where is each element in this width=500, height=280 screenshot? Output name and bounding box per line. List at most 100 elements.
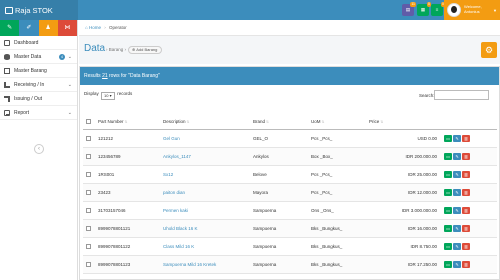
sidebar-item-master-data[interactable]: Master Data 4 ⌄: [0, 50, 77, 64]
column-header[interactable]: UoM⇅: [308, 115, 366, 130]
delete-icon[interactable]: ▥: [462, 170, 470, 178]
edit-icon[interactable]: ✐: [19, 20, 39, 36]
folder-open-icon[interactable]: ▭: [444, 242, 452, 250]
search-input[interactable]: [434, 90, 489, 100]
delete-icon[interactable]: ▥: [462, 188, 470, 196]
breadcrumb-home[interactable]: Home: [89, 25, 101, 30]
table-row[interactable]: 23423 paiton dian Mayora Pcs _Pcs_ IDR 12.00…: [83, 183, 497, 202]
edit-icon[interactable]: ✎: [453, 188, 461, 196]
row-checkbox[interactable]: [86, 189, 91, 195]
table-row[interactable]: 8999078801123 Sampoerna Mild 16 Kretek Sam…: [83, 255, 497, 274]
folder-open-icon[interactable]: ▭: [444, 152, 452, 160]
cell-brand: Sampoerna: [250, 201, 308, 220]
cell-description[interactable]: paiton dian: [160, 183, 250, 202]
edit-icon[interactable]: ✎: [453, 224, 461, 232]
column-header[interactable]: Part Number⇅: [95, 115, 160, 130]
sidebar-quick-actions: ✎ ✐ ♟ ⋈: [0, 20, 77, 36]
sidebar-item-report[interactable]: Report ⌄: [0, 106, 77, 120]
row-checkbox[interactable]: [86, 171, 91, 177]
folder-open-icon[interactable]: ▭: [444, 170, 452, 178]
add-barang-button[interactable]: ⊕ Add Barang: [128, 46, 162, 54]
database-icon: [4, 54, 10, 60]
cell-description[interactable]: Sx12: [160, 165, 250, 184]
cell-description[interactable]: Uhold Black 16 K: [160, 219, 250, 238]
row-checkbox[interactable]: [86, 261, 91, 267]
table-row[interactable]: 121212 Gel Gun GEL_O Pcs _Pcs_ USD 0.00 ▭ ✎ ▥: [83, 129, 497, 148]
folder-count: 11: [410, 2, 416, 7]
table-row[interactable]: 8999078801122 Class Mild 16 K Sampoerna Bks…: [83, 237, 497, 256]
folder-icon: ▤: [405, 7, 411, 12]
cell-description[interactable]: Class Mild 16 K: [160, 237, 250, 256]
delete-icon[interactable]: ▥: [462, 224, 470, 232]
cell-part-number: 1RS001: [95, 165, 160, 184]
chevron-left-icon: ‹: [38, 146, 40, 152]
app-brand[interactable]: Raja STOK: [0, 0, 78, 20]
delete-icon[interactable]: ▥: [462, 260, 470, 268]
column-header[interactable]: Brand⇅: [250, 115, 308, 130]
edit-icon[interactable]: ✎: [453, 206, 461, 214]
edit-icon[interactable]: ✎: [453, 152, 461, 160]
edit-icon[interactable]: ✎: [453, 134, 461, 142]
folder-open-icon[interactable]: ▭: [444, 224, 452, 232]
chevron-down-icon: ⌄: [67, 54, 72, 60]
list-notification-button[interactable]: ≡ 0: [431, 2, 445, 16]
row-checkbox[interactable]: [86, 135, 91, 141]
cell-description[interactable]: Permen kaki: [160, 201, 250, 220]
cell-description[interactable]: Sampoerna Mild 16 Kretek: [160, 255, 250, 274]
app-title: Raja STOK: [15, 6, 53, 15]
folder-open-icon[interactable]: ▭: [444, 206, 452, 214]
chevron-right-icon: ›: [106, 47, 108, 52]
table-row[interactable]: 31703157046 Permen kaki Sampoerna Ons _Ons_…: [83, 201, 497, 220]
column-header[interactable]: Price⇅: [366, 115, 441, 130]
edit-icon[interactable]: ✎: [453, 260, 461, 268]
row-actions: ▭ ✎ ▥: [441, 165, 497, 184]
cell-uom: Pcs _Pcs_: [308, 129, 366, 148]
edit-icon[interactable]: ✎: [453, 170, 461, 178]
row-checkbox[interactable]: [86, 153, 91, 159]
display-length-select[interactable]: 10 ▾: [101, 92, 116, 100]
table-row[interactable]: 1RS001 Sx12 Belove Pcs _Pcs_ IDR 25.000.00 ▭ ✎…: [83, 165, 497, 184]
delete-icon[interactable]: ▥: [462, 206, 470, 214]
sidebar-item-dashboard[interactable]: Dashboard: [0, 36, 77, 50]
table-header-row: Part Number⇅ Description⇅ Brand⇅ UoM⇅ Pr…: [83, 115, 497, 130]
pencil-icon[interactable]: ✎: [0, 20, 20, 36]
cell-price: IDR 17.250.00: [366, 255, 441, 274]
table-row[interactable]: 8999078801121 Uhold Black 16 K Sampoerna Bk…: [83, 219, 497, 238]
row-checkbox[interactable]: [86, 225, 91, 231]
row-actions: ▭ ✎ ▥: [441, 147, 497, 166]
delete-icon[interactable]: ▥: [462, 134, 470, 142]
share-icon[interactable]: ⋈: [57, 20, 77, 36]
cell-description[interactable]: Gel Gun: [160, 129, 250, 148]
cart-notification-button[interactable]: ▦ 0: [417, 2, 431, 16]
delete-icon[interactable]: ▥: [462, 242, 470, 250]
settings-button[interactable]: ⚙: [481, 42, 497, 58]
gear-icon: ⚙: [484, 45, 494, 55]
users-icon[interactable]: ♟: [38, 20, 58, 36]
select-all-checkbox[interactable]: [86, 119, 91, 125]
folder-open-icon[interactable]: ▭: [444, 188, 452, 196]
user-menu[interactable]: Welcome, Antonius ▼: [444, 0, 500, 20]
cell-description[interactable]: Ankylos_1147: [160, 147, 250, 166]
report-icon: [4, 110, 10, 116]
cell-part-number: 8999078801123: [95, 255, 160, 274]
page-title: Data: [84, 43, 106, 54]
sidebar-item-receiving[interactable]: Receiving / In ⌄: [0, 78, 77, 92]
records-label: records: [117, 91, 133, 96]
column-header[interactable]: Description⇅: [160, 115, 250, 130]
folder-notification-button[interactable]: ▤ 11: [402, 2, 416, 16]
folder-open-icon[interactable]: ▭: [444, 134, 452, 142]
logo-icon: [5, 7, 13, 14]
row-checkbox[interactable]: [86, 207, 91, 213]
plus-icon: ⊕: [132, 47, 136, 52]
folder-open-icon[interactable]: ▭: [444, 260, 452, 268]
table-row[interactable]: 123456789 Ankylos_1147 Ankylos Box _Box_ IDR…: [83, 147, 497, 166]
sidebar-item-master-barang[interactable]: Master Barang: [0, 64, 77, 78]
table-controls: Display 10 ▾ records Search:: [80, 85, 499, 107]
sidebar-collapse-button[interactable]: ‹: [34, 144, 44, 154]
chevron-right-icon: ›: [124, 47, 127, 52]
edit-icon[interactable]: ✎: [453, 242, 461, 250]
row-checkbox[interactable]: [86, 243, 91, 249]
sidebar-item-issuing[interactable]: Issuing / Out: [0, 92, 77, 106]
delete-icon[interactable]: ▥: [462, 152, 470, 160]
search-label: Search:: [419, 93, 435, 98]
